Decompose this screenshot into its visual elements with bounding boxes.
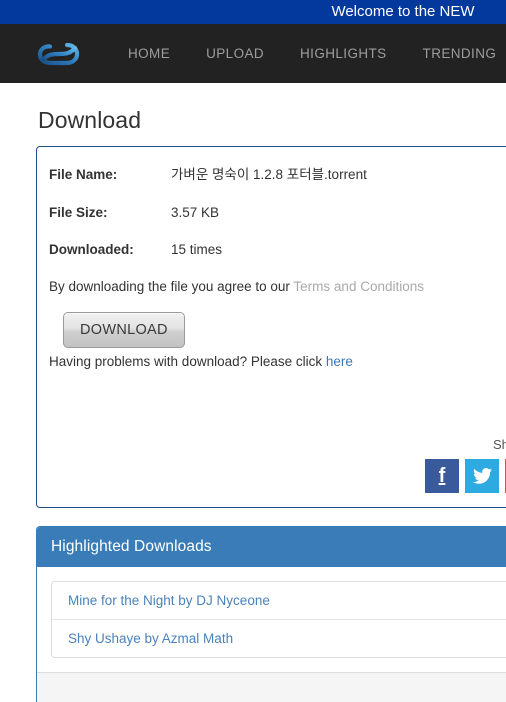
site-logo[interactable] [36,37,82,71]
downloaded-count-row: Downloaded: 15 times [49,242,506,257]
list-item[interactable]: Mine for the Night by DJ Nyceone [52,582,506,620]
facebook-share-button[interactable]: f [425,459,459,493]
page-title: Download [38,107,142,133]
cloud-infinity-logo-icon [37,42,80,65]
highlighted-downloads-footer [37,672,506,702]
terms-and-conditions-link[interactable]: Terms and Conditions [293,279,424,294]
download-problem-text: Having problems with download? Please cl… [49,354,506,369]
nav-item-home[interactable]: HOME [110,24,188,83]
announcement-banner: Welcome to the NEW [0,0,506,24]
page-viewport: Welcome to the NEW HOME UPLOAD HIGHLIGHT… [0,0,506,702]
file-name-row: File Name: 가벼운 명숙이 1.2.8 포터블.torrent [49,163,506,183]
share-label: Share T [492,437,506,452]
twitter-bird-icon [472,468,492,484]
announcement-text: Welcome to the NEW [331,3,475,20]
terms-agreement-prefix: By downloading the file you agree to our [49,279,294,294]
file-name-label: File Name: [49,167,118,182]
nav-links: HOME UPLOAD HIGHLIGHTS TRENDING TOP 10 [110,24,506,83]
nav-item-highlights[interactable]: HIGHLIGHTS [282,24,405,83]
main-navbar: HOME UPLOAD HIGHLIGHTS TRENDING TOP 10 [0,24,506,83]
file-size-value: 3.57 KB [171,205,220,220]
twitter-share-button[interactable] [465,459,499,493]
download-problem-prefix: Having problems with download? Please cl… [49,354,326,369]
download-panel: File Name: 가벼운 명숙이 1.2.8 포터블.torrent Fil… [36,146,506,508]
nav-item-trending[interactable]: TRENDING [405,24,506,83]
content-container: Download File Name: 가벼운 명숙이 1.2.8 포터블.to… [0,107,506,702]
downloaded-count-label: Downloaded: [49,242,134,257]
highlighted-downloads-list: Mine for the Night by DJ Nyceone Shy Ush… [51,581,506,658]
nav-item-upload[interactable]: UPLOAD [188,24,282,83]
share-area: Share T f G [425,437,506,493]
list-item[interactable]: Shy Ushaye by Azmal Math [52,620,506,657]
download-button-wrap: DOWNLOAD [63,312,506,348]
highlighted-downloads-panel: Highlighted Downloads Mine for the Night… [36,526,506,702]
download-problem-here-link[interactable]: here [326,354,353,369]
file-name-value: 가벼운 명숙이 1.2.8 포터블.torrent [171,167,367,182]
download-button[interactable]: DOWNLOAD [63,312,185,348]
highlighted-downloads-body: Mine for the Night by DJ Nyceone Shy Ush… [37,567,506,672]
facebook-icon: f [438,465,446,487]
terms-agreement-text: By downloading the file you agree to our… [49,279,506,294]
social-buttons: f G [425,459,506,493]
file-size-row: File Size: 3.57 KB [49,205,506,220]
highlighted-downloads-heading: Highlighted Downloads [37,527,506,567]
downloaded-count-value: 15 times [171,242,223,257]
file-size-label: File Size: [49,205,108,220]
